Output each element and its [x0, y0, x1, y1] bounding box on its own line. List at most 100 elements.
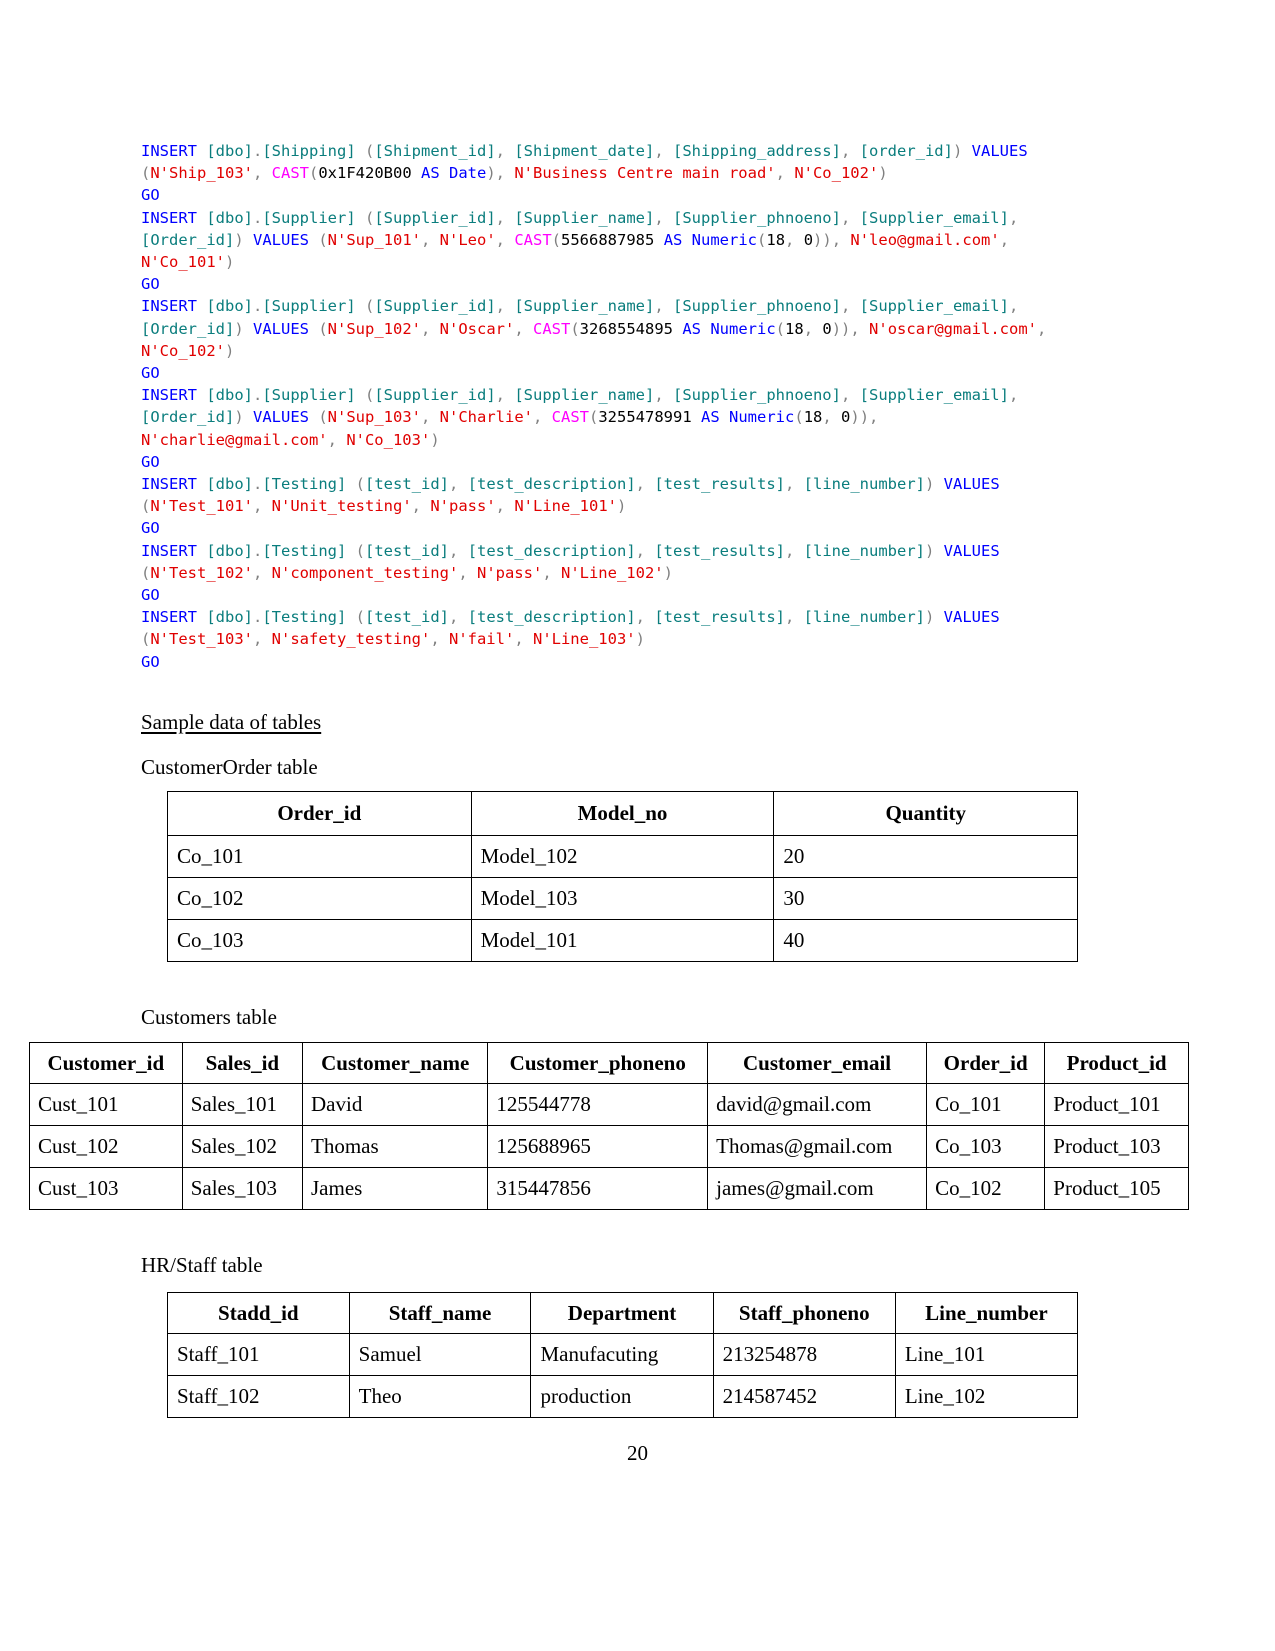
sql-token: [Supplier_id] [374, 386, 496, 405]
sql-token: [test_id] [365, 541, 450, 560]
cell-sales-id: Sales_103 [181, 1167, 304, 1210]
table-row: Cust_102 Sales_102 Thomas 125688965 Thom… [29, 1125, 1189, 1168]
sql-token: [test_description] [467, 541, 636, 560]
sql-token: , [654, 142, 673, 160]
sql-token: ) [225, 253, 235, 272]
sql-token: 0x1F420B00 [318, 164, 412, 183]
cell-customer-phoneno: 125688965 [487, 1125, 709, 1168]
sql-token: AS Numeric [701, 408, 795, 427]
sql-token: . [253, 386, 263, 405]
sql-token: [Supplier_phnoeno] [673, 297, 841, 316]
staff-table: Stadd_id Staff_name Department Staff_pho… [167, 1292, 1079, 1418]
sql-token: [test_description] [467, 475, 636, 494]
cell-model-no: Model_103 [470, 877, 775, 920]
cell-order-id: Co_103 [167, 919, 472, 962]
sql-token: . [253, 475, 263, 494]
customerorder-table: Order_id Model_no Quantity Co_101 Model_… [167, 791, 1078, 962]
sql-token: N'Charlie' [439, 408, 533, 427]
sql-token: 0 [803, 230, 814, 249]
sql-token: ( [309, 164, 319, 183]
column-header-order-id: Order_id [167, 791, 472, 836]
cell-order-id: Co_101 [926, 1083, 1046, 1126]
sql-token: , [495, 230, 515, 249]
sql-token: , [840, 208, 860, 227]
sql-token: ( [551, 230, 562, 249]
sql-token: , [411, 497, 431, 516]
sql-token: VALUES [253, 230, 309, 249]
sql-token: , [495, 208, 515, 227]
sql-go-statement: GO [141, 275, 160, 294]
sql-token: [Supplier_id] [374, 208, 496, 227]
sql-token: [Shipment_date] [514, 142, 655, 160]
cell-customer-email: james@gmail.com [707, 1167, 928, 1210]
sql-token: , [654, 208, 673, 227]
sql-token: , [253, 164, 272, 183]
sql-token: , [421, 230, 440, 249]
sql-token: N'Unit_testing' [271, 497, 412, 516]
sql-token: , [840, 297, 860, 316]
table-header-row: Stadd_id Staff_name Department Staff_pho… [167, 1292, 1079, 1334]
sql-token: INSERT [141, 297, 207, 316]
sql-token: 0 [822, 319, 832, 338]
sql-token: VALUES [943, 475, 1000, 494]
sql-token: , [495, 386, 515, 405]
cell-line-number: Line_101 [894, 1333, 1079, 1376]
sql-token: [Supplier_phnoeno] [673, 386, 841, 405]
sql-token: N'Sup_101' [327, 230, 421, 249]
column-header-quantity: Quantity [773, 791, 1078, 836]
sql-token: , [253, 497, 272, 516]
cell-product-id: Product_105 [1044, 1167, 1189, 1210]
sql-token: [line_number] [803, 475, 925, 494]
sql-statement: INSERT [dbo].[Supplier] ([Supplier_id], … [141, 207, 1071, 274]
customerorder-table-caption: CustomerOrder table [141, 755, 318, 779]
sql-token: , [840, 386, 860, 405]
cell-customer-name: Thomas [301, 1125, 489, 1168]
column-header-model-no: Model_no [470, 791, 775, 836]
sql-token: CAST [533, 319, 571, 338]
sql-token: , [1008, 386, 1019, 405]
sql-token: [Supplier] [262, 297, 356, 316]
cell-stadd-id: Staff_101 [167, 1333, 350, 1376]
sql-token: [test_description] [467, 608, 636, 627]
sql-token: ), [486, 164, 515, 183]
sql-token: , [785, 541, 804, 560]
sql-token: [Supplier_name] [514, 297, 655, 316]
cell-customer-phoneno: 315447856 [487, 1167, 709, 1210]
cell-order-id: Co_101 [167, 835, 472, 878]
table-row: Co_102 Model_103 30 [167, 877, 1078, 920]
sql-token: )), [850, 408, 879, 427]
sql-token: N'Ship_103' [150, 164, 253, 183]
sql-token: , [421, 408, 440, 427]
sql-token: , [654, 297, 673, 316]
sql-token: [Supplier] [262, 208, 356, 227]
sql-token: , [253, 563, 272, 582]
customers-table-caption: Customers table [141, 1005, 277, 1029]
customers-table: Customer_id Sales_id Customer_name Custo… [29, 1042, 1189, 1210]
column-header-staff-name: Staff_name [348, 1292, 532, 1334]
sample-data-heading: Sample data of tables [141, 710, 322, 734]
sql-token: AS Numeric [682, 319, 776, 338]
sql-token: [Testing] [262, 541, 347, 560]
table-row: Cust_103 Sales_103 James 315447856 james… [29, 1167, 1189, 1210]
sql-token: , [327, 430, 347, 449]
sql-token: N'Co_102' [794, 164, 879, 183]
table-header-row: Customer_id Sales_id Customer_name Custo… [29, 1042, 1189, 1084]
sql-token: [Supplier_name] [514, 208, 655, 227]
sql-token: ) [952, 142, 972, 160]
sql-token: [Supplier_phnoeno] [673, 208, 841, 227]
sql-token: 0 [841, 408, 851, 427]
sql-token: INSERT [141, 541, 207, 560]
sql-token: , [458, 563, 477, 582]
cell-stadd-id: Staff_102 [167, 1375, 350, 1418]
sql-token: , [495, 497, 515, 516]
sql-token: N'Test_101' [150, 497, 253, 516]
sql-token: , [822, 408, 842, 427]
sql-go-statement: GO [141, 652, 160, 671]
sql-go-statement: GO [141, 364, 160, 383]
sql-token: [Shipping] [262, 142, 356, 160]
cell-customer-name: James [301, 1167, 489, 1210]
sql-token: . [253, 142, 263, 160]
sql-token: , [803, 319, 823, 338]
sql-token: AS Numeric [663, 230, 758, 249]
